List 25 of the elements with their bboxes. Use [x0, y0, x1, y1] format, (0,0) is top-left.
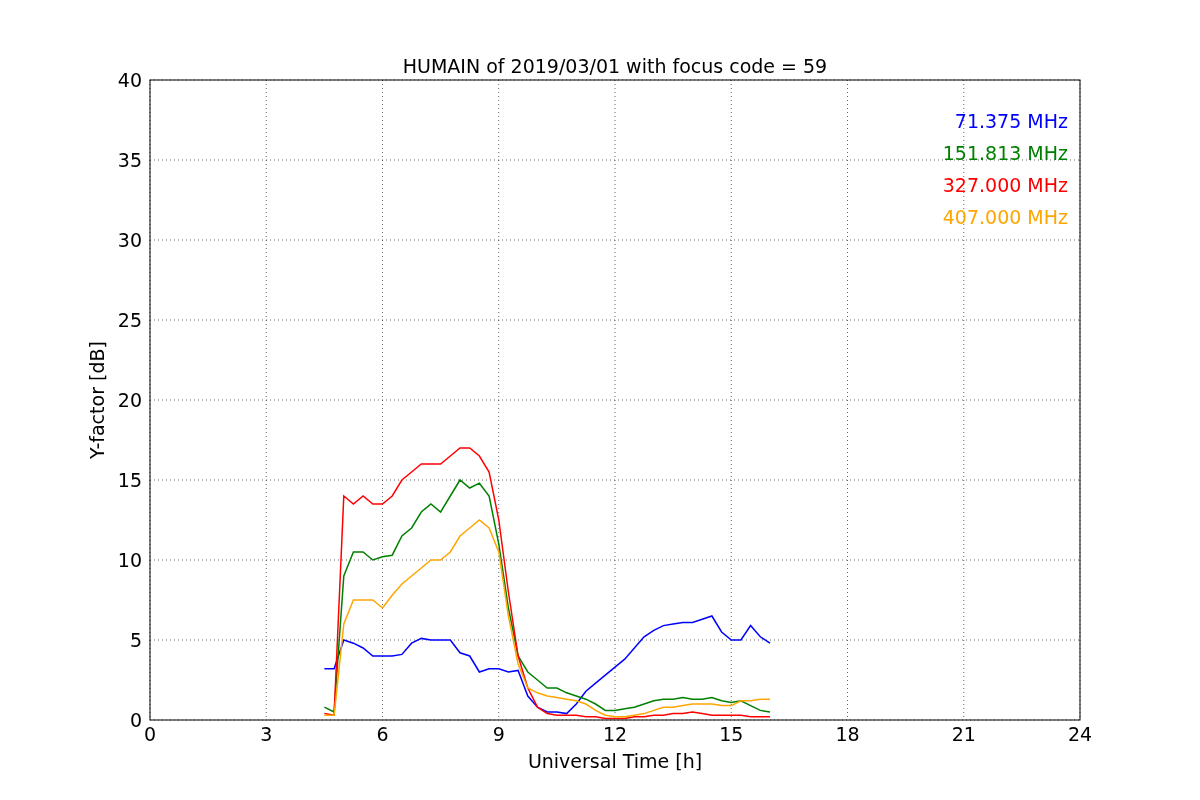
y-tick-label: 0 — [129, 709, 142, 731]
x-tick-label: 9 — [492, 723, 505, 745]
y-tick-label: 35 — [117, 149, 142, 171]
x-tick-label: 3 — [260, 723, 273, 745]
y-tick-label: 15 — [117, 469, 142, 491]
x-axis-label: Universal Time [h] — [527, 750, 703, 772]
legend-label: 407.000 MHz — [942, 206, 1068, 228]
y-axis-label: Y-factor [dB] — [86, 341, 108, 459]
y-tick-label: 40 — [117, 69, 142, 91]
x-tick-label: 12 — [602, 723, 628, 745]
y-tick-label: 10 — [117, 549, 142, 571]
y-tick-label: 20 — [117, 389, 142, 411]
x-tick-label: 21 — [951, 723, 976, 745]
y-tick-label: 30 — [117, 229, 142, 251]
x-tick-label: 6 — [376, 723, 389, 745]
x-tick-label: 18 — [835, 723, 860, 745]
chart-title: HUMAIN of 2019/03/01 with focus code = 59 — [402, 55, 828, 77]
x-tick-label: 0 — [143, 723, 157, 745]
x-tick-label: 24 — [1067, 723, 1093, 745]
y-tick-label: 5 — [129, 629, 142, 651]
x-tick-label: 15 — [719, 723, 744, 745]
y-tick-label: 25 — [117, 309, 142, 331]
legend-label: 327.000 MHz — [942, 174, 1068, 196]
legend-label: 151.813 MHz — [942, 142, 1068, 164]
legend-label: 71.375 MHz — [954, 110, 1068, 132]
